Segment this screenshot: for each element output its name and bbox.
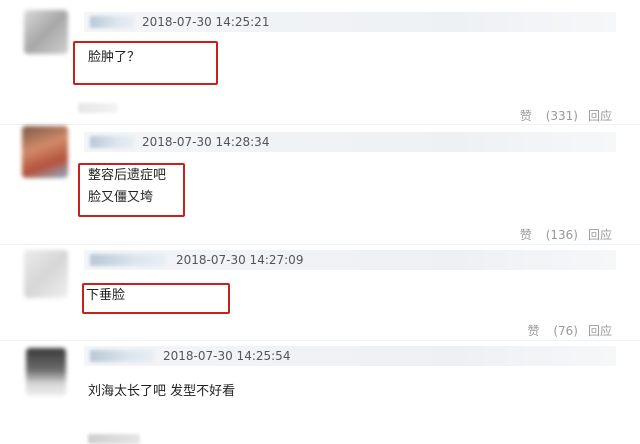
avatar[interactable] — [24, 250, 68, 298]
comment-actions: 赞 (136) 回应 — [500, 226, 612, 243]
reply-button[interactable]: 回应 — [588, 109, 612, 123]
avatar[interactable] — [24, 10, 68, 54]
comment-timestamp: 2018-07-30 14:28:34 — [142, 135, 270, 149]
comment-actions: 赞 (331) 回应 — [500, 107, 612, 124]
comment-text: 刘海太长了吧 发型不好看 — [88, 384, 236, 399]
username-blurred[interactable] — [90, 350, 154, 362]
like-button[interactable]: 赞 (76) — [518, 324, 578, 338]
comment-actions: 赞 (76) 回应 — [508, 322, 613, 339]
avatar[interactable] — [26, 348, 66, 396]
comment-timestamp: 2018-07-30 14:25:54 — [163, 349, 291, 363]
avatar[interactable] — [22, 126, 68, 178]
blurred-text — [78, 103, 118, 113]
highlight-box — [78, 163, 185, 217]
comment-timestamp: 2018-07-30 14:25:21 — [142, 15, 270, 29]
highlight-box — [82, 283, 230, 314]
reply-button[interactable]: 回应 — [588, 324, 612, 338]
username-blurred[interactable] — [90, 136, 134, 148]
blurred-text — [88, 434, 140, 444]
highlight-box — [73, 41, 218, 85]
reply-button[interactable]: 回应 — [588, 228, 612, 242]
like-button[interactable]: 赞 (331) — [510, 109, 578, 123]
username-blurred[interactable] — [90, 16, 134, 28]
comment-1: 2018-07-30 14:25:21 脸肿了？ — [0, 0, 640, 100]
like-button[interactable]: 赞 (136) — [510, 228, 578, 242]
comment-timestamp: 2018-07-30 14:27:09 — [176, 253, 304, 267]
comment-4: 2018-07-30 14:25:54 刘海太长了吧 发型不好看 — [0, 340, 640, 444]
username-blurred[interactable] — [90, 254, 166, 266]
